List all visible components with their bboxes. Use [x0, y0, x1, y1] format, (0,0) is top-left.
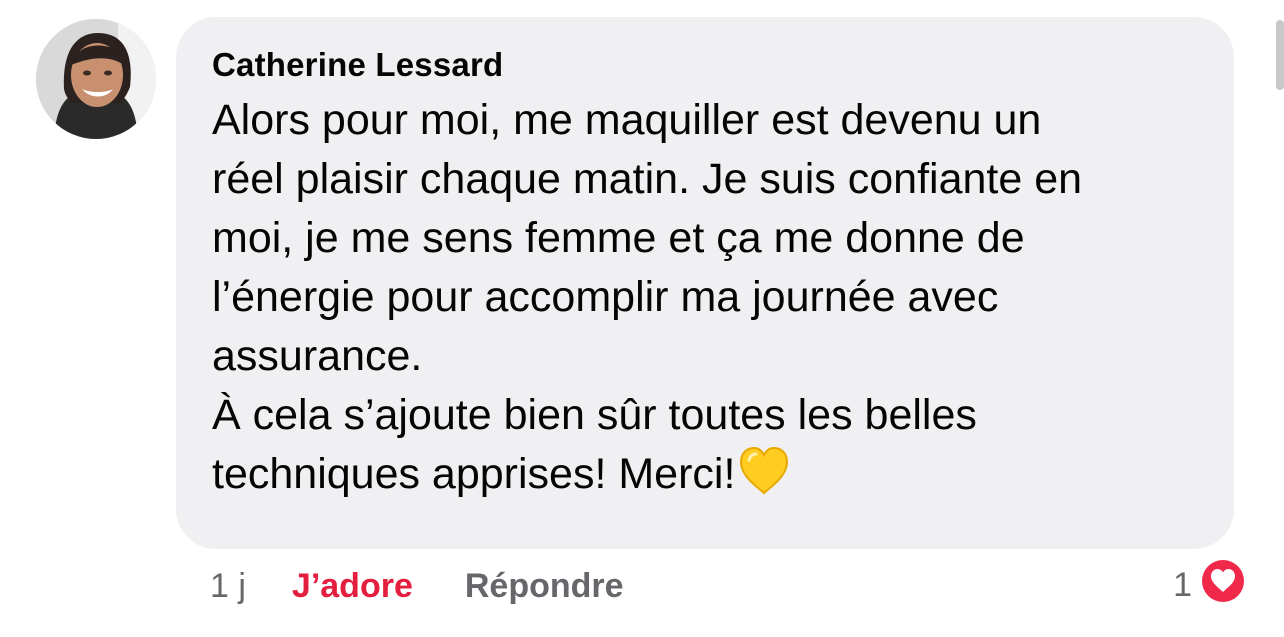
reaction-summary[interactable]: 1: [1173, 556, 1248, 610]
love-reaction-icon: [1198, 556, 1248, 615]
author-name[interactable]: Catherine Lessard: [212, 45, 1204, 85]
love-button[interactable]: J’adore: [292, 567, 413, 606]
comment-body: Alors pour moi, me maquiller est devenu …: [212, 91, 1204, 512]
profile-photo: [36, 19, 156, 139]
reply-button[interactable]: Répondre: [465, 567, 624, 606]
scrollbar[interactable]: [1276, 20, 1284, 90]
comment-actions: 1 j J’adore Répondre: [210, 564, 624, 608]
comment-text: Alors pour moi, me maquiller est devenu …: [212, 96, 1083, 498]
reaction-count: 1: [1173, 565, 1192, 604]
comment-bubble: Catherine Lessard Alors pour moi, me maq…: [176, 17, 1234, 549]
yellow-heart-icon: [737, 446, 791, 512]
comment-view: Catherine Lessard Alors pour moi, me maq…: [0, 0, 1284, 637]
comment-timestamp: 1 j: [210, 566, 246, 605]
avatar[interactable]: [36, 19, 156, 139]
